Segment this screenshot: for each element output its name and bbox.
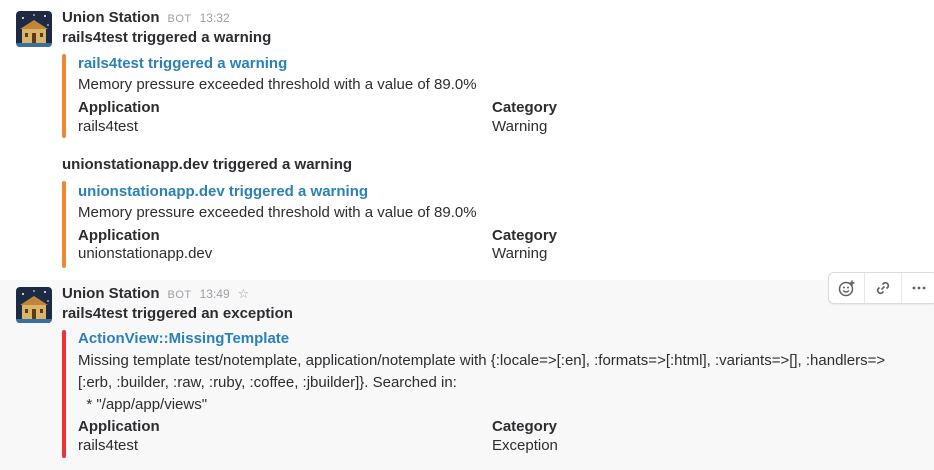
link-icon[interactable] — [864, 273, 900, 303]
attachment: rails4test triggered a warning Memory pr… — [62, 54, 918, 138]
attachment: unionstationapp.dev triggered a warning … — [62, 181, 918, 268]
attachment-text: Memory pressure exceeded threshold with … — [78, 204, 477, 221]
avatar[interactable] — [16, 11, 52, 47]
message-2: unionstationapp.dev triggered a warning … — [0, 140, 934, 280]
message-3: Union Station BOT 13:49 ☆ rails4test tri… — [0, 280, 934, 470]
message-summary: rails4test triggered an exception — [62, 305, 293, 322]
attachment: ActionView::MissingTemplate Missing temp… — [62, 330, 918, 458]
message-1: Union Station BOT 13:32 rails4test trigg… — [0, 0, 934, 140]
field-title-category: Category — [492, 99, 558, 116]
timestamp[interactable]: 13:49 — [200, 287, 230, 301]
message-actions-toolbar — [828, 272, 934, 304]
field-value-category: Warning — [492, 118, 548, 135]
field-title-category: Category — [492, 418, 558, 435]
bot-badge: BOT — [167, 13, 192, 25]
more-actions-icon[interactable] — [900, 273, 934, 303]
sender-name[interactable]: Union Station — [62, 9, 160, 26]
bot-badge: BOT — [167, 289, 192, 301]
attachment-text-line-1: Missing template test/notemplate, applic… — [78, 352, 886, 369]
attachment-color-bar — [62, 54, 66, 138]
field-title-application: Application — [78, 227, 160, 244]
attachment-title-link[interactable]: ActionView::MissingTemplate — [78, 330, 289, 347]
avatar[interactable] — [16, 287, 52, 323]
star-outline-icon[interactable]: ☆ — [238, 286, 250, 302]
message-summary: rails4test triggered a warning — [62, 29, 272, 46]
attachment-text: Memory pressure exceeded threshold with … — [78, 76, 477, 93]
attachment-text-line-3: * "/app/app/views" — [78, 396, 208, 413]
sender-name[interactable]: Union Station — [62, 285, 160, 302]
field-title-application: Application — [78, 418, 160, 435]
attachment-title-link[interactable]: unionstationapp.dev triggered a warning — [78, 183, 368, 200]
field-value-application: rails4test — [78, 437, 139, 454]
field-value-category: Warning — [492, 245, 548, 262]
attachment-title-link[interactable]: rails4test triggered a warning — [78, 55, 287, 72]
attachment-color-bar — [62, 181, 66, 268]
field-title-application: Application — [78, 99, 160, 116]
message-summary: unionstationapp.dev triggered a warning — [62, 156, 353, 173]
attachment-text-line-2: [:erb, :builder, :raw, :ruby, :coffee, :… — [78, 374, 457, 391]
field-value-application: unionstationapp.dev — [78, 245, 213, 262]
timestamp[interactable]: 13:32 — [200, 11, 230, 25]
add-reaction-icon[interactable] — [829, 273, 864, 303]
field-title-category: Category — [492, 227, 558, 244]
field-value-category: Exception — [492, 437, 558, 454]
attachment-color-bar — [62, 330, 66, 458]
field-value-application: rails4test — [78, 118, 139, 135]
